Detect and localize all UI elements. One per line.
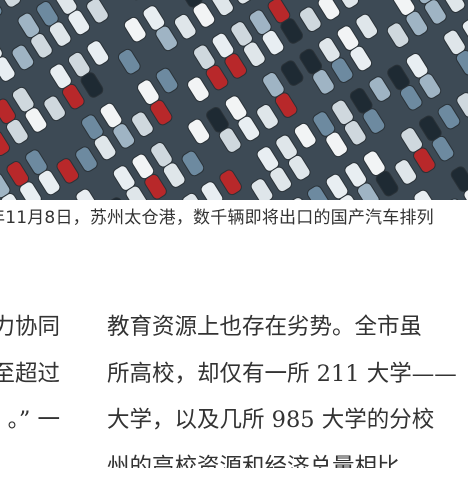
car	[423, 0, 448, 26]
car	[74, 187, 99, 200]
car	[130, 110, 155, 138]
car	[393, 158, 418, 186]
right-column-text: 教育资源上也存在劣势。全市虽 所高校，却仅有一所 211 大学—— 大学，以及几…	[107, 304, 457, 490]
text-line: 力协同	[0, 304, 60, 351]
car	[122, 0, 147, 2]
car	[249, 177, 274, 200]
car	[298, 5, 323, 33]
car	[74, 145, 99, 173]
car	[293, 122, 318, 150]
car	[85, 0, 110, 25]
car	[10, 43, 35, 71]
car	[154, 66, 179, 94]
car	[367, 75, 392, 103]
text-line: 至超过	[0, 351, 60, 398]
car	[436, 102, 461, 130]
car	[85, 39, 110, 67]
car	[186, 75, 211, 103]
car	[412, 188, 437, 200]
car	[218, 168, 243, 196]
car	[0, 55, 17, 83]
text-line: 州的高校资源和经济总量相比，	[107, 444, 457, 490]
car	[186, 117, 211, 145]
car	[55, 157, 80, 185]
car-park-image	[0, 0, 468, 200]
car	[441, 0, 466, 14]
car	[0, 0, 4, 21]
car	[42, 94, 67, 122]
car	[354, 12, 379, 40]
car	[306, 184, 331, 200]
photo-caption: 年11月8日，苏州太仓港，数千辆即将出口的国产汽车排列	[0, 203, 434, 228]
text-line: 教育资源上也存在劣势。全市虽	[107, 304, 457, 351]
car	[180, 149, 205, 177]
car-park-photo	[0, 0, 468, 200]
car	[385, 21, 410, 49]
text-line: 大学，以及几所 985 大学的分校	[107, 397, 457, 444]
car	[255, 103, 280, 131]
car	[0, 0, 22, 9]
car	[117, 48, 142, 76]
car	[122, 16, 147, 44]
left-column-text: 力协同 至超过 。” 一	[0, 304, 60, 444]
text-line: 所高校，却仅有一所 211 大学——	[107, 351, 457, 398]
text-line: 。” 一	[0, 397, 60, 444]
car	[279, 59, 304, 87]
car	[449, 165, 468, 193]
car	[316, 0, 341, 22]
car	[199, 180, 224, 200]
car	[210, 0, 235, 18]
car	[173, 13, 198, 41]
